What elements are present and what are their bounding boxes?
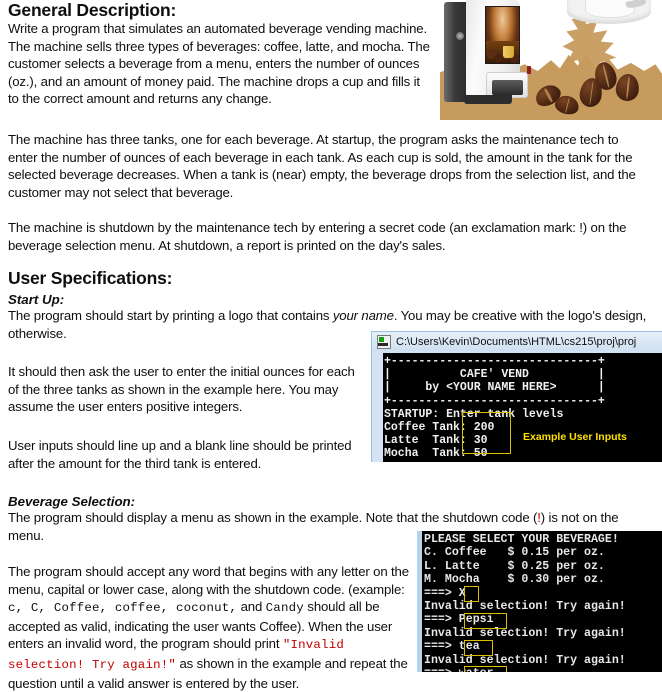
console-title-text: C:\Users\Kevin\Documents\HTML\cs215\proj… [396,335,637,348]
menu-input-highlight-box [464,586,479,602]
general-description-paragraph-1: Write a program that simulates an automa… [8,21,430,107]
vending-machine-base [464,95,512,104]
startup-paragraph-2: It should then ask the user to enter the… [8,364,355,415]
coffee-vending-machine-photo [440,0,662,120]
general-description-paragraph-2: The machine has three tanks, one for eac… [8,132,636,200]
console-window-icon [377,334,391,349]
vending-machine-tray-inner [492,80,523,95]
invalid-selection-string: "Invalid selection! Try again!" [8,638,344,672]
menu-input-highlight-box [464,613,507,629]
start-up-subheading: Start Up: [8,292,65,307]
console-window-menu[interactable]: PLEASE SELECT YOUR BEVERAGE! C. Coffee $… [417,531,662,672]
console-title-bar[interactable]: C:\Users\Kevin\Documents\HTML\cs215\proj… [372,332,662,351]
general-description-paragraph-3: The machine is shutdown by the maintenan… [8,220,627,253]
page-title: General Description: [8,0,177,20]
startup-paragraph-3: User inputs should line up and a blank l… [8,438,352,471]
example-code-list: c, C, Coffee, coffee, coconut, [8,601,238,616]
beverage-paragraph-2: The program should accept any word that … [8,564,409,691]
vending-machine-body [466,0,531,98]
shutdown-code-inline: ! [537,510,541,525]
vending-machine-graphic-panel [485,6,520,64]
beverage-selection-subheading: Beverage Selection: [8,494,136,509]
example-user-inputs-annotation: Example User Inputs [523,431,627,443]
console-window-startup[interactable]: C:\Users\Kevin\Documents\HTML\cs215\proj… [371,331,662,462]
vending-machine-side [444,2,468,102]
user-input-highlight-box [462,412,511,454]
vending-machine [444,0,531,112]
vending-machine-led [527,66,531,74]
console-menu-output: PLEASE SELECT YOUR BEVERAGE! C. Coffee $… [422,531,662,672]
your-name-emphasis: your name [332,308,394,323]
example-code-candy: Candy [265,601,304,616]
console-startup-output: +------------------------------+ | CAFE'… [383,353,662,462]
console-menu-lines: PLEASE SELECT YOUR BEVERAGE! C. Coffee $… [424,533,626,672]
user-specifications-heading: User Specifications: [8,268,173,288]
menu-input-highlight-box [464,666,507,672]
assignment-document: General Description: Write a program tha… [0,0,662,691]
dispensed-cup-graphic [503,46,514,58]
menu-input-highlight-box [464,640,493,656]
vending-machine-lock-knob [456,32,464,40]
